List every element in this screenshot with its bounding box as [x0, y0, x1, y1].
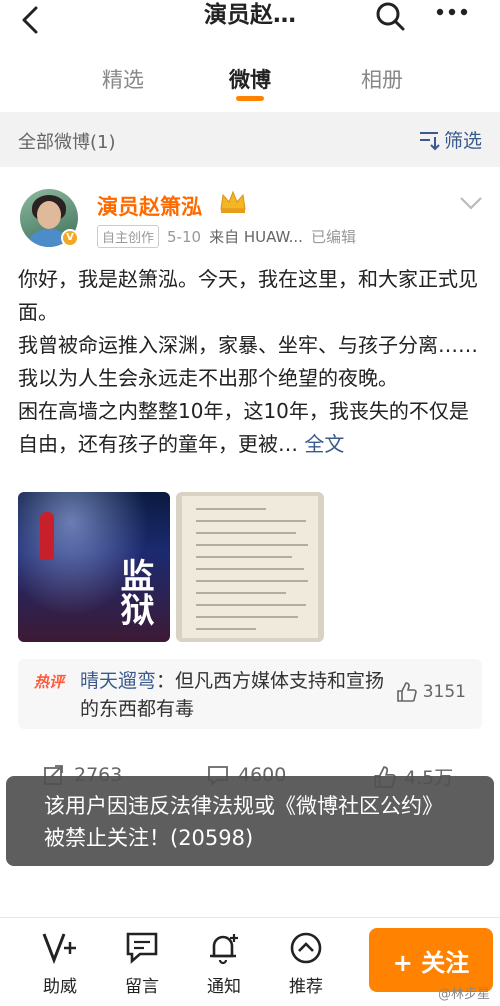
boost-icon — [42, 933, 76, 965]
filter-bar: 全部微博(1) 筛选 — [0, 112, 500, 167]
post-source: 来自 HUAW... — [209, 228, 303, 246]
tab-featured[interactable]: 精选 — [78, 64, 168, 94]
figure-silhouette — [40, 512, 54, 560]
filter-button[interactable]: 筛选 — [418, 126, 482, 153]
message-label: 留言 — [125, 977, 159, 997]
profile-tabs: 精选 微博 相册 — [0, 46, 500, 112]
verified-badge-icon: V — [61, 229, 79, 247]
original-tag: 自主创作 — [97, 225, 160, 248]
message-button[interactable]: 留言 — [112, 930, 172, 997]
hot-comment[interactable]: 热评 晴天遛弯：但凡西方媒体支持和宣扬的东西都有毒 3151 — [18, 659, 482, 729]
chevron-down-icon[interactable] — [458, 193, 484, 213]
filter-label: 筛选 — [443, 130, 482, 152]
search-icon[interactable] — [372, 0, 408, 36]
bell-add-icon — [210, 934, 238, 965]
crown-icon — [220, 190, 246, 213]
comment-username[interactable]: 晴天遛弯 — [80, 670, 156, 692]
content-paragraph: 我曾被命运推入深渊，家暴、坐牢、与孩子分离…… 我以为人生会永远走不出那个绝望的… — [18, 333, 478, 390]
notify-label: 通知 — [207, 977, 241, 997]
hot-comment-text: 晴天遛弯：但凡西方媒体支持和宣扬的东西都有毒 — [80, 670, 385, 720]
post-meta: 自主创作 5-10 来自 HUAW... 已编辑 — [97, 225, 356, 248]
chevron-up-circle-icon — [290, 932, 322, 964]
content-paragraph: 你好，我是赵箫泓。今天，我在这里，和大家正式见面。 — [18, 267, 478, 324]
top-bar: 演员赵… — [0, 0, 500, 46]
content-paragraph: 困在高墙之内整整10年，这10年，我丧失的不仅是自由，还有孩子的童年，更被… 全… — [18, 399, 469, 456]
post-date: 5-10 — [167, 227, 202, 246]
more-dots-icon[interactable] — [432, 2, 472, 34]
post-content: 你好，我是赵箫泓。今天，我在这里，和大家正式见面。 我曾被命运推入深渊，家暴、坐… — [18, 263, 486, 461]
post-count-label: 全部微博(1) — [18, 132, 116, 153]
edited-label: 已编辑 — [310, 228, 356, 246]
thumb-up-icon — [396, 682, 417, 702]
error-toast: 该用户因违反法律法规或《微博社区公约》被禁止关注！(20598) — [6, 776, 494, 866]
bottom-bar: 助威 留言 通知 推荐 + 关注 @林步星 — [0, 917, 500, 1006]
active-tab-indicator — [236, 96, 264, 101]
watermark: @林步星 — [437, 987, 490, 1002]
post-image-letter[interactable] — [176, 492, 324, 642]
boost-button[interactable]: 助威 — [30, 930, 90, 997]
tab-weibo[interactable]: 微博 — [205, 64, 295, 94]
recommend-label: 推荐 — [289, 977, 323, 997]
tab-album[interactable]: 相册 — [337, 64, 427, 94]
comment-like-count: 3151 — [422, 682, 466, 702]
notify-button[interactable]: 通知 — [194, 930, 254, 997]
username[interactable]: 演员赵箫泓 — [97, 191, 202, 221]
hot-comment-badge: 热评 — [34, 673, 65, 691]
read-more-link[interactable]: 全文 — [304, 432, 344, 456]
post-image-poster[interactable]: 监狱 — [18, 492, 170, 642]
boost-label: 助威 — [43, 977, 77, 997]
recommend-button[interactable]: 推荐 — [276, 930, 336, 997]
filter-icon — [419, 131, 440, 150]
page-title: 演员赵… — [204, 2, 296, 28]
poster-title: 监狱 — [114, 558, 154, 626]
message-icon — [126, 932, 158, 964]
comment-like-button[interactable]: 3151 — [395, 681, 466, 703]
